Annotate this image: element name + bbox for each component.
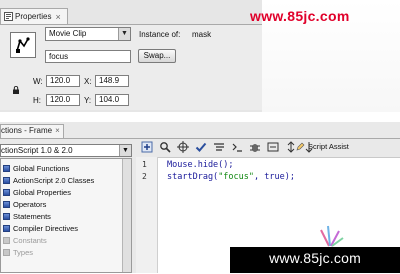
- watermark-bottom: www.85jc.com: [230, 247, 400, 273]
- tab-properties[interactable]: Properties ×: [0, 8, 68, 24]
- y-label: Y:: [84, 96, 92, 105]
- script-toolbar: [136, 140, 400, 156]
- width-input[interactable]: 120.0: [46, 75, 80, 87]
- width-label: W:: [33, 77, 43, 86]
- toolbox-item-label: Global Properties: [13, 188, 71, 197]
- line-number: 2: [142, 172, 147, 181]
- divider: [0, 138, 400, 139]
- collapse-icon[interactable]: [266, 140, 280, 154]
- line-number: 1: [142, 160, 147, 169]
- height-input[interactable]: 120.0: [46, 94, 80, 106]
- script-assist-label: Script Assist: [308, 142, 349, 151]
- debug-icon[interactable]: [248, 140, 262, 154]
- actions-toolbox: Global Functions ActionScript 2.0 Classe…: [0, 158, 132, 273]
- code-token: , true);: [254, 172, 295, 182]
- symbol-type-select[interactable]: Movie Clip ▼: [45, 27, 131, 41]
- book-icon: [3, 165, 10, 172]
- tab-properties-label: Properties: [15, 12, 52, 21]
- toolbox-scrollbar[interactable]: [122, 159, 131, 272]
- x-input[interactable]: 148.9: [95, 75, 129, 87]
- height-label: H:: [33, 96, 41, 105]
- code-line[interactable]: Mouse.hide();: [167, 160, 234, 170]
- book-icon: [3, 189, 10, 196]
- tab-actions-label: ctions - Frame: [1, 126, 53, 135]
- book-icon: [3, 213, 10, 220]
- close-icon[interactable]: ×: [55, 12, 60, 22]
- toolbox-item-label: Global Functions: [13, 164, 70, 173]
- hint-icon[interactable]: [230, 140, 244, 154]
- swap-button[interactable]: Swap...: [138, 49, 176, 63]
- toolbox-item-constants[interactable]: Constants: [1, 235, 47, 246]
- toolbox-item-label: Constants: [13, 236, 47, 245]
- watermark-top: www.85jc.com: [250, 8, 350, 24]
- y-input[interactable]: 104.0: [95, 94, 129, 106]
- lock-icon[interactable]: [13, 86, 19, 94]
- symbol-type-value: Movie Clip: [49, 29, 87, 38]
- actionscript-version-select[interactable]: ctionScript 1.0 & 2.0 ▼: [0, 144, 132, 157]
- decorative-flower-graphic: [320, 225, 344, 247]
- watermark-bottom-text: www.85jc.com: [269, 250, 361, 266]
- movie-clip-icon: [10, 32, 36, 58]
- line-number-gutter: [136, 157, 158, 273]
- toolbox-item-label: Statements: [13, 212, 51, 221]
- toolbox-item-label: Compiler Directives: [13, 224, 79, 233]
- script-assist-button[interactable]: Script Assist: [296, 142, 349, 151]
- tab-actions-frame[interactable]: ctions - Frame ×: [0, 124, 64, 138]
- book-icon: [3, 201, 10, 208]
- version-value: ctionScript 1.0 & 2.0: [1, 146, 73, 155]
- check-icon[interactable]: [194, 140, 208, 154]
- toolbox-item-global-functions[interactable]: Global Functions: [1, 163, 69, 174]
- toolbox-item-global-properties[interactable]: Global Properties: [1, 187, 71, 198]
- instance-name-input[interactable]: focus: [45, 50, 131, 63]
- book-icon: [3, 177, 10, 184]
- book-icon: [3, 237, 10, 244]
- code-token: startDrag(: [167, 172, 219, 182]
- format-icon[interactable]: [212, 140, 226, 154]
- toolbox-item-label: ActionScript 2.0 Classes: [13, 176, 95, 185]
- toolbox-item-types[interactable]: Types: [1, 247, 33, 258]
- instance-of-label: Instance of:: [139, 30, 181, 39]
- add-icon[interactable]: [140, 140, 154, 154]
- toolbox-item-statements[interactable]: Statements: [1, 211, 51, 222]
- book-icon: [3, 225, 10, 232]
- toolbox-item-label: Operators: [13, 200, 47, 209]
- toolbox-item-as2-classes[interactable]: ActionScript 2.0 Classes: [1, 175, 94, 186]
- chevron-down-icon[interactable]: ▼: [118, 28, 130, 40]
- book-icon: [3, 249, 10, 256]
- x-label: X:: [84, 77, 92, 86]
- properties-icon: [4, 12, 13, 21]
- toolbox-item-compiler-directives[interactable]: Compiler Directives: [1, 223, 78, 234]
- instance-of-value: mask: [192, 30, 212, 39]
- chevron-down-icon[interactable]: ▼: [119, 145, 131, 156]
- toolbox-item-operators[interactable]: Operators: [1, 199, 46, 210]
- toolbox-item-label: Types: [13, 248, 34, 257]
- target-icon[interactable]: [176, 140, 190, 154]
- find-icon[interactable]: [158, 140, 172, 154]
- pencil-icon: [296, 142, 305, 151]
- code-string: "focus": [218, 172, 255, 182]
- close-icon[interactable]: ×: [55, 126, 60, 135]
- code-line[interactable]: startDrag("focus", true);: [167, 172, 295, 182]
